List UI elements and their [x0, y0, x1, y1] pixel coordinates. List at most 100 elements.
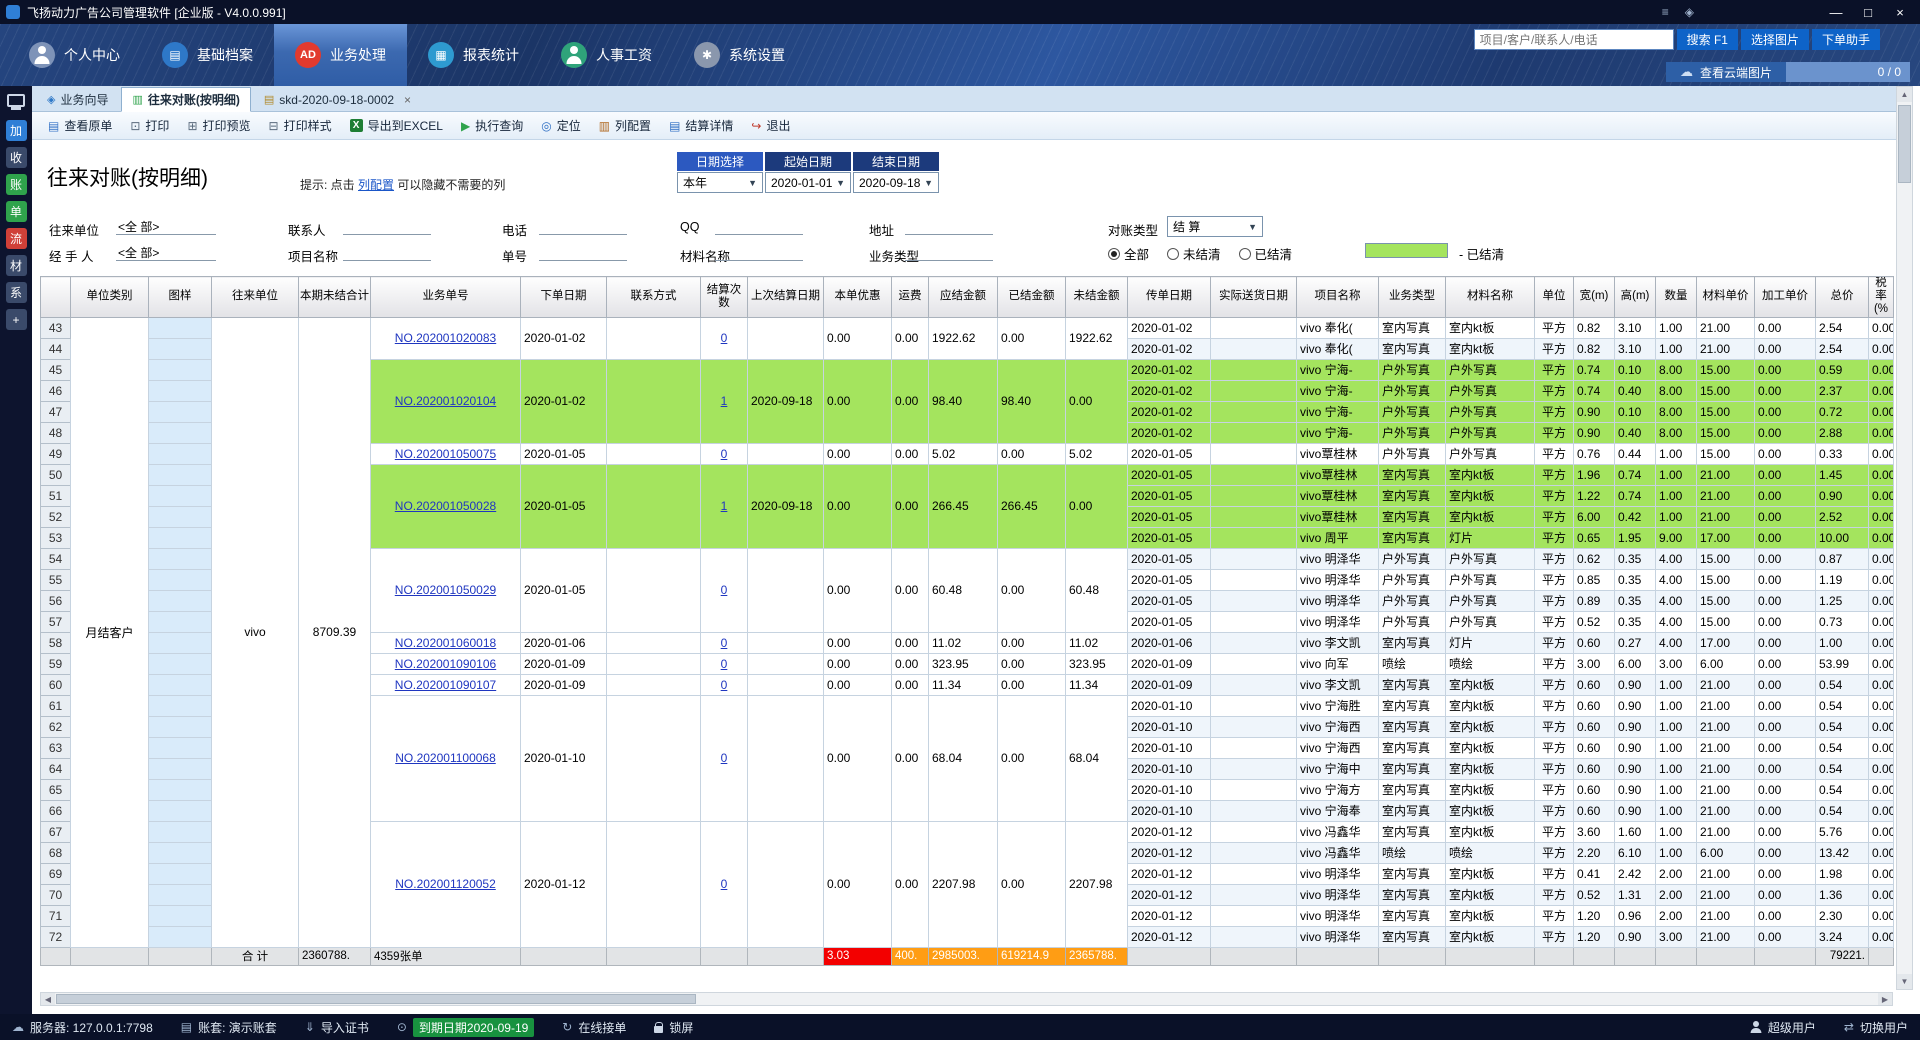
biz-type-filter-input[interactable] [905, 244, 993, 261]
contact-filter-input[interactable] [343, 218, 431, 235]
order-no-link[interactable]: NO.202001060018 [395, 636, 496, 650]
order-no-link[interactable]: NO.202001050029 [395, 583, 496, 597]
date-select-dropdown[interactable]: 本年 ▼ [677, 172, 763, 193]
scroll-up-icon[interactable]: ▲ [1897, 87, 1912, 102]
column-config-button[interactable]: ▥列配置 [591, 115, 659, 137]
tab-skd-document[interactable]: ▤skd-2020-09-18-0002× [254, 88, 421, 111]
statusbar-online-orders[interactable]: ↻在线接单 [562, 1019, 626, 1036]
handler-filter-input[interactable] [116, 244, 216, 261]
menu-icon[interactable]: ≡ [1662, 5, 1669, 19]
contact-cell [607, 317, 701, 359]
radio-已结清[interactable]: 已结清 [1239, 244, 1293, 263]
phone-filter-input[interactable] [539, 218, 627, 235]
sidebar-item-加[interactable]: 加 [6, 120, 27, 141]
order-no-link[interactable]: NO.202001050075 [395, 447, 496, 461]
partner-filter-input[interactable] [116, 218, 216, 235]
settle-count-link[interactable]: 0 [721, 751, 728, 765]
view-cloud-images-button[interactable]: ☁ 查看云端图片 [1666, 62, 1786, 82]
locate-button[interactable]: ◎定位 [533, 115, 589, 137]
close-tab-icon[interactable]: × [404, 93, 411, 107]
settle-count-link[interactable]: 0 [721, 447, 728, 461]
view-cloud-images-label: 查看云端图片 [1700, 64, 1772, 81]
settlement-detail-button[interactable]: ▤结算详情 [661, 115, 741, 137]
print-button[interactable]: ⊡打印 [122, 115, 177, 137]
search-button[interactable]: 搜索 F1 [1677, 29, 1738, 50]
settle-count-link[interactable]: 0 [721, 636, 728, 650]
run-query-button[interactable]: ▶执行查询 [453, 115, 531, 137]
view-original-button[interactable]: ▤查看原单 [40, 115, 120, 137]
vertical-scrollbar[interactable]: ▲ ▼ [1896, 86, 1913, 990]
pick-image-button[interactable]: 选择图片 [1741, 29, 1809, 50]
height-cell: 0.90 [1615, 737, 1656, 758]
settle-count-link[interactable]: 0 [721, 583, 728, 597]
statusbar-import-cert[interactable]: ⇓导入证书 [305, 1019, 369, 1036]
vertical-scroll-thumb[interactable] [1898, 105, 1911, 183]
nav-item-personal-center[interactable]: 个人中心 [8, 24, 141, 86]
order-no-link[interactable]: NO.202001100068 [395, 751, 496, 765]
settle-count-link[interactable]: 0 [721, 657, 728, 671]
order-no-link[interactable]: NO.202001020083 [395, 331, 496, 345]
statusbar-lock-screen[interactable]: 锁屏 [654, 1019, 693, 1036]
scroll-down-icon[interactable]: ▼ [1897, 974, 1912, 989]
statusbar-account-set[interactable]: ▤账套: 演示账套 [181, 1019, 277, 1036]
order-no-link[interactable]: NO.202001020104 [395, 394, 496, 408]
settle-count-link[interactable]: 0 [721, 877, 728, 891]
statusbar-super-user[interactable]: 超级用户 [1750, 1019, 1816, 1036]
nav-item-report-stats[interactable]: ▦报表统计 [407, 24, 540, 86]
settle-count-link[interactable]: 1 [721, 499, 728, 513]
order-no-link[interactable]: NO.202001050028 [395, 499, 496, 513]
decoration-icon[interactable]: ◈ [1685, 5, 1694, 19]
export-excel-button[interactable]: X导出到EXCEL [342, 115, 451, 137]
sidebar-item-系[interactable]: 系 [6, 282, 27, 303]
horizontal-scroll-thumb[interactable] [56, 994, 696, 1004]
settle-count-link[interactable]: 0 [721, 678, 728, 692]
scroll-left-icon[interactable]: ◀ [41, 993, 55, 1005]
order-helper-button[interactable]: 下单助手 [1812, 29, 1880, 50]
exit-button[interactable]: ↪退出 [743, 115, 798, 137]
unsettled-amount-cell: 68.04 [1066, 695, 1128, 821]
address-filter-input[interactable] [905, 218, 993, 235]
scroll-right-icon[interactable]: ▶ [1878, 993, 1892, 1005]
settle-count-link[interactable]: 1 [721, 394, 728, 408]
sidebar-item-材[interactable]: 材 [6, 255, 27, 276]
tab-business-wizard[interactable]: ◈业务向导 [37, 88, 118, 111]
sidebar-item-收[interactable]: 收 [6, 147, 27, 168]
minimize-button[interactable]: — [1820, 0, 1852, 24]
print-preview-button[interactable]: ⊞打印预览 [179, 115, 258, 137]
order-no-link[interactable]: NO.202001090106 [395, 657, 496, 671]
start-date-dropdown[interactable]: 2020-01-01 ▼ [765, 172, 851, 193]
close-button[interactable]: × [1884, 0, 1916, 24]
maximize-button[interactable]: □ [1852, 0, 1884, 24]
settle-count-link[interactable]: 0 [721, 331, 728, 345]
radio-全部[interactable]: 全部 [1108, 244, 1149, 263]
account-type-dropdown[interactable]: 结 算 ▼ [1167, 216, 1263, 237]
nav-item-system-settings[interactable]: ✱系统设置 [673, 24, 806, 86]
sidebar-item-流[interactable]: 流 [6, 228, 27, 249]
monitor-icon[interactable] [7, 94, 25, 107]
print-style-button[interactable]: ⊟打印样式 [261, 115, 340, 137]
sidebar-item-+[interactable]: + [6, 309, 27, 330]
order-no-filter-input[interactable] [539, 244, 627, 261]
search-input[interactable] [1474, 29, 1674, 50]
proc-price-cell: 0.00 [1755, 779, 1816, 800]
statusbar-server-info[interactable]: ☁服务器: 127.0.0.1:7798 [12, 1019, 153, 1036]
project-filter-input[interactable] [343, 244, 431, 261]
horizontal-scrollbar[interactable]: ◀ ▶ [40, 992, 1893, 1006]
column-config-link[interactable]: 列配置 [358, 178, 394, 192]
nav-item-hr-payroll[interactable]: 人事工资 [540, 24, 673, 86]
statusbar-expiry-date[interactable]: ⊙到期日期2020-09-19 [397, 1018, 534, 1037]
sidebar-item-账[interactable]: 账 [6, 174, 27, 195]
nav-item-basic-archive[interactable]: ▤基础档案 [141, 24, 274, 86]
statusbar-switch-user[interactable]: ⇄切换用户 [1844, 1019, 1908, 1036]
mat-price-cell: 17.00 [1697, 527, 1755, 548]
qq-filter-input[interactable] [715, 218, 803, 235]
order-no-link[interactable]: NO.202001120052 [395, 877, 496, 891]
material-filter-input[interactable] [715, 244, 803, 261]
unit-cell: 平方 [1535, 359, 1574, 380]
radio-未结清[interactable]: 未结清 [1167, 244, 1221, 263]
tab-reconciliation-detail[interactable]: ▥往来对账(按明细) [121, 87, 250, 112]
end-date-dropdown[interactable]: 2020-09-18 ▼ [853, 172, 939, 193]
nav-item-business-process[interactable]: AD业务处理 [274, 24, 407, 86]
sidebar-item-单[interactable]: 单 [6, 201, 27, 222]
order-no-link[interactable]: NO.202001090107 [395, 678, 496, 692]
